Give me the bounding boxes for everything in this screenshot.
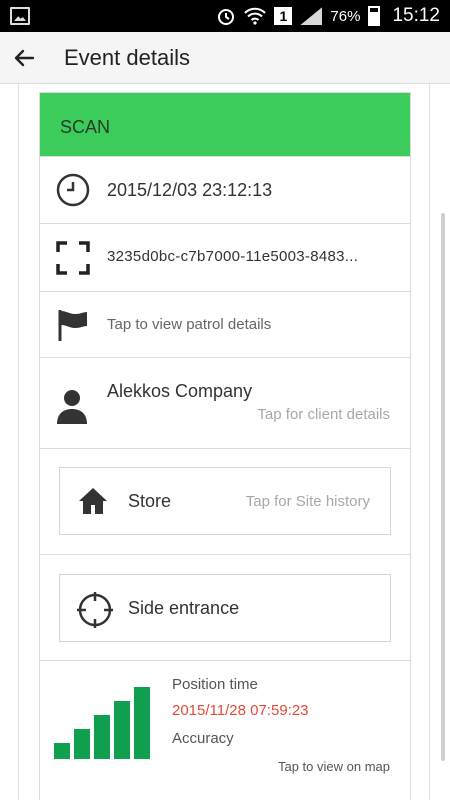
accuracy-label: Accuracy bbox=[172, 730, 234, 747]
event-type-header: SCAN bbox=[40, 93, 410, 156]
event-time-row: 2015/12/03 23:12:13 bbox=[40, 156, 410, 223]
status-bar: 1 76% 15:12 bbox=[0, 0, 450, 32]
client-name: Alekkos Company bbox=[107, 381, 253, 401]
site-name: Store bbox=[128, 491, 172, 511]
signal-icon bbox=[300, 7, 322, 25]
location-row: Side entrance bbox=[40, 554, 410, 660]
position-time-value: 2015/11/28 07:59:23 bbox=[172, 702, 309, 719]
page-title: Event details bbox=[64, 45, 190, 70]
position-row[interactable]: Position time 2015/11/28 07:59:23 Accura… bbox=[40, 660, 410, 800]
back-button[interactable] bbox=[6, 40, 42, 76]
scan-frame-icon bbox=[56, 241, 90, 275]
event-timestamp: 2015/12/03 23:12:13 bbox=[107, 180, 273, 200]
person-icon bbox=[57, 390, 87, 424]
arrow-left-icon bbox=[14, 49, 35, 67]
location-button[interactable]: Side entrance bbox=[59, 574, 391, 642]
position-time-label: Position time bbox=[172, 676, 258, 693]
accuracy-bars-icon bbox=[54, 687, 152, 759]
clock-icon bbox=[56, 173, 90, 207]
scan-id: 3235d0bc-c7b7000-11e5003-8483... bbox=[107, 248, 359, 265]
event-card: SCAN 2015/12/03 23:12:13 3235d0bc-c7b700… bbox=[39, 92, 411, 800]
home-icon bbox=[79, 488, 107, 514]
gallery-icon bbox=[10, 7, 30, 25]
sim-icon: 1 bbox=[274, 7, 293, 25]
accuracy-bar bbox=[54, 743, 70, 759]
patrol-row[interactable]: Tap to view patrol details bbox=[40, 291, 410, 357]
site-tap-label: Tap for Site history bbox=[245, 493, 370, 510]
flag-icon bbox=[58, 310, 87, 341]
accuracy-bar bbox=[94, 715, 110, 759]
location-name: Side entrance bbox=[128, 598, 240, 618]
alarm-icon bbox=[218, 9, 235, 25]
scan-id-row: 3235d0bc-c7b7000-11e5003-8483... bbox=[40, 223, 410, 291]
clock: 15:12 bbox=[392, 5, 440, 26]
crosshair-icon bbox=[77, 592, 113, 628]
accuracy-bar bbox=[74, 729, 90, 759]
battery-percent: 76% bbox=[330, 7, 361, 25]
app-bar: Event details bbox=[0, 32, 450, 84]
scrollbar[interactable] bbox=[441, 213, 445, 761]
site-button[interactable]: Store Tap for Site history bbox=[59, 467, 391, 535]
status-icons: 1 76% 15:12 bbox=[216, 0, 440, 32]
site-row: Store Tap for Site history bbox=[40, 448, 410, 554]
client-tap-label: Tap for client details bbox=[257, 406, 390, 423]
accuracy-bar bbox=[114, 701, 130, 759]
event-details-content[interactable]: SCAN 2015/12/03 23:12:13 3235d0bc-c7b700… bbox=[0, 84, 450, 800]
client-row[interactable]: Alekkos Company Tap for client details bbox=[40, 357, 410, 448]
map-tap-label: Tap to view on map bbox=[277, 759, 390, 774]
accuracy-bar bbox=[134, 687, 150, 759]
patrol-tap-label: Tap to view patrol details bbox=[107, 316, 272, 333]
wifi-icon bbox=[244, 7, 267, 25]
battery-icon bbox=[368, 6, 381, 26]
